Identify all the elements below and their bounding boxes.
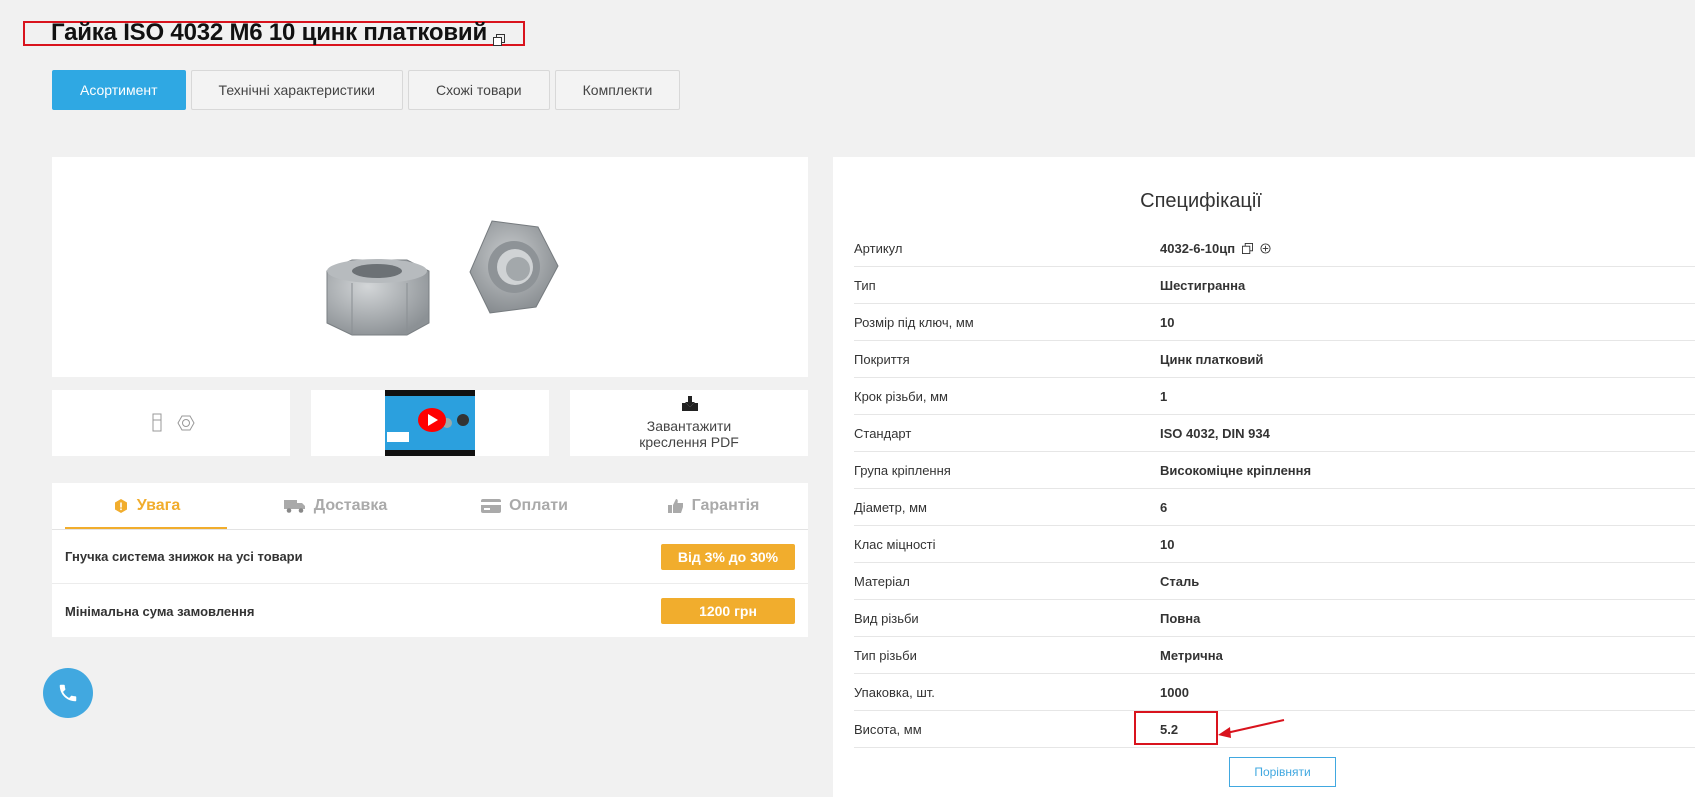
info-tab-warranty-label: Гарантія — [691, 497, 760, 514]
copy-icon[interactable] — [1242, 242, 1254, 254]
info-row-min-order: Мінімальна сума замовлення 1200 грн — [52, 584, 808, 638]
video-thumb — [385, 390, 475, 456]
spec-row: Покриття Цинк платковий — [854, 341, 1695, 378]
spec-key: Вид різьби — [854, 610, 919, 626]
spec-value: ISO 4032, DIN 934 — [1160, 425, 1270, 441]
info-tab-delivery[interactable]: Доставка — [241, 483, 430, 529]
spec-row: Діаметр, мм 6 — [854, 489, 1695, 526]
info-tab-attention-label: Увага — [136, 497, 181, 514]
hex-nuts-image — [326, 220, 559, 336]
download-icon — [682, 396, 698, 411]
truck-icon — [283, 500, 305, 513]
annotation-arrow — [1218, 719, 1285, 738]
page-title-text: Гайка ISO 4032 M6 10 цинк платковий — [51, 19, 488, 46]
info-tab-delivery-label: Доставка — [313, 497, 388, 514]
active-tab-underline — [65, 527, 227, 529]
tab-similar-products[interactable]: Схожі товари — [407, 70, 550, 110]
spec-row: Тип різьби Метрична — [854, 637, 1695, 674]
spec-value: 1 — [1160, 388, 1168, 404]
product-tabs: Асортимент Технічні характеристики Схожі… — [52, 70, 685, 110]
tab-assortment[interactable]: Асортимент — [52, 70, 186, 110]
spec-value: 6 — [1160, 499, 1168, 515]
page-title: Гайка ISO 4032 M6 10 цинк платковий — [51, 19, 506, 47]
call-button[interactable] — [43, 668, 93, 718]
phone-icon — [59, 684, 77, 702]
spec-value: 10 — [1160, 536, 1175, 552]
spec-key: Стандарт — [854, 425, 912, 441]
spec-row: Стандарт ISO 4032, DIN 934 — [854, 415, 1695, 452]
thumbs-up-icon — [667, 499, 683, 513]
thumbnail-drawing[interactable] — [52, 390, 290, 456]
spec-value: Повна — [1160, 610, 1201, 626]
spec-key: Матеріал — [854, 573, 910, 589]
compare-button[interactable]: Порівняти — [1229, 757, 1336, 787]
spec-key: Упаковка, шт. — [854, 684, 935, 700]
spec-value: Метрична — [1160, 647, 1223, 663]
specifications-table: Артикул 4032-6-10цп Тип Шестигранна Розмі… — [854, 230, 1695, 748]
spec-value: 1000 — [1160, 684, 1189, 700]
spec-key: Покриття — [854, 351, 910, 367]
specifications-title: Специфікації — [1140, 190, 1262, 212]
info-tab-attention[interactable]: Увага — [52, 483, 241, 529]
info-panel: Увага Доставка Оплати Гарантія Гнучка си… — [52, 483, 808, 637]
info-tabs: Увага Доставка Оплати Гарантія — [52, 483, 808, 530]
spec-value: 10 — [1160, 314, 1175, 330]
download-pdf-label-line2: креслення PDF — [639, 434, 739, 450]
height-value-highlight-box — [1134, 711, 1218, 745]
tab-kits[interactable]: Комплекти — [554, 70, 681, 110]
spec-value: Шестигранна — [1160, 277, 1246, 293]
download-pdf-label-line1: Завантажити — [646, 418, 732, 434]
add-circle-icon[interactable] — [1260, 242, 1271, 254]
spec-value: Цинк платковий — [1160, 351, 1264, 367]
spec-row: Розмір під ключ, мм 10 — [854, 304, 1695, 341]
info-tab-payments-label: Оплати — [509, 497, 568, 514]
spec-row: Вид різьби Повна — [854, 600, 1695, 637]
info-row-discounts: Гнучка система знижок на усі товари Від … — [52, 530, 808, 584]
thumbnail-video[interactable] — [311, 390, 549, 456]
tab-technical-specs[interactable]: Технічні характеристики — [190, 70, 403, 110]
spec-key: Діаметр, мм — [854, 499, 927, 515]
shield-icon — [114, 499, 127, 513]
spec-key: Тип різьби — [854, 647, 917, 663]
spec-row: Упаковка, шт. 1000 — [854, 674, 1695, 711]
spec-row: Тип Шестигранна — [854, 267, 1695, 304]
spec-key: Клас міцності — [854, 536, 936, 552]
copy-icon[interactable] — [493, 25, 506, 46]
spec-row: Група кріплення Високоміцне кріплення — [854, 452, 1695, 489]
spec-value: 4032-6-10цп — [1160, 241, 1271, 256]
spec-key: Розмір під ключ, мм — [854, 314, 974, 330]
spec-row: Артикул 4032-6-10цп — [854, 230, 1695, 267]
spec-key: Група кріплення — [854, 462, 951, 478]
specifications-panel: Специфікації Артикул 4032-6-10цп Тип Шест… — [833, 157, 1695, 797]
drawing-thumb-icon — [152, 413, 195, 432]
info-row-min-order-label: Мінімальна сума замовлення — [65, 603, 255, 619]
info-tab-payments[interactable]: Оплати — [430, 483, 619, 529]
download-pdf-button[interactable]: Завантажити креслення PDF — [570, 390, 808, 456]
spec-value: Високоміцне кріплення — [1160, 462, 1312, 478]
spec-row: Матеріал Сталь — [854, 563, 1695, 600]
compare-button-label: Порівняти — [1254, 765, 1311, 779]
download-pdf-label: Завантажити креслення PDF — [570, 418, 808, 450]
info-row-discounts-label: Гнучка система знижок на усі товари — [65, 549, 303, 564]
discount-badge: Від 3% до 30% — [661, 543, 795, 570]
payment-card-icon — [481, 499, 502, 513]
spec-row: Крок різьби, мм 1 — [854, 378, 1695, 415]
spec-value: Сталь — [1160, 573, 1200, 589]
spec-key: Висота, мм — [854, 721, 922, 737]
info-tab-warranty[interactable]: Гарантія — [619, 483, 808, 529]
min-order-badge: 1200 грн — [661, 598, 795, 624]
spec-key: Крок різьби, мм — [854, 388, 948, 404]
spec-row: Клас міцності 10 — [854, 526, 1695, 563]
product-main-image[interactable] — [52, 157, 808, 377]
spec-key: Артикул — [854, 240, 903, 256]
spec-key: Тип — [854, 277, 876, 293]
spec-value-text: 4032-6-10цп — [1160, 240, 1236, 256]
